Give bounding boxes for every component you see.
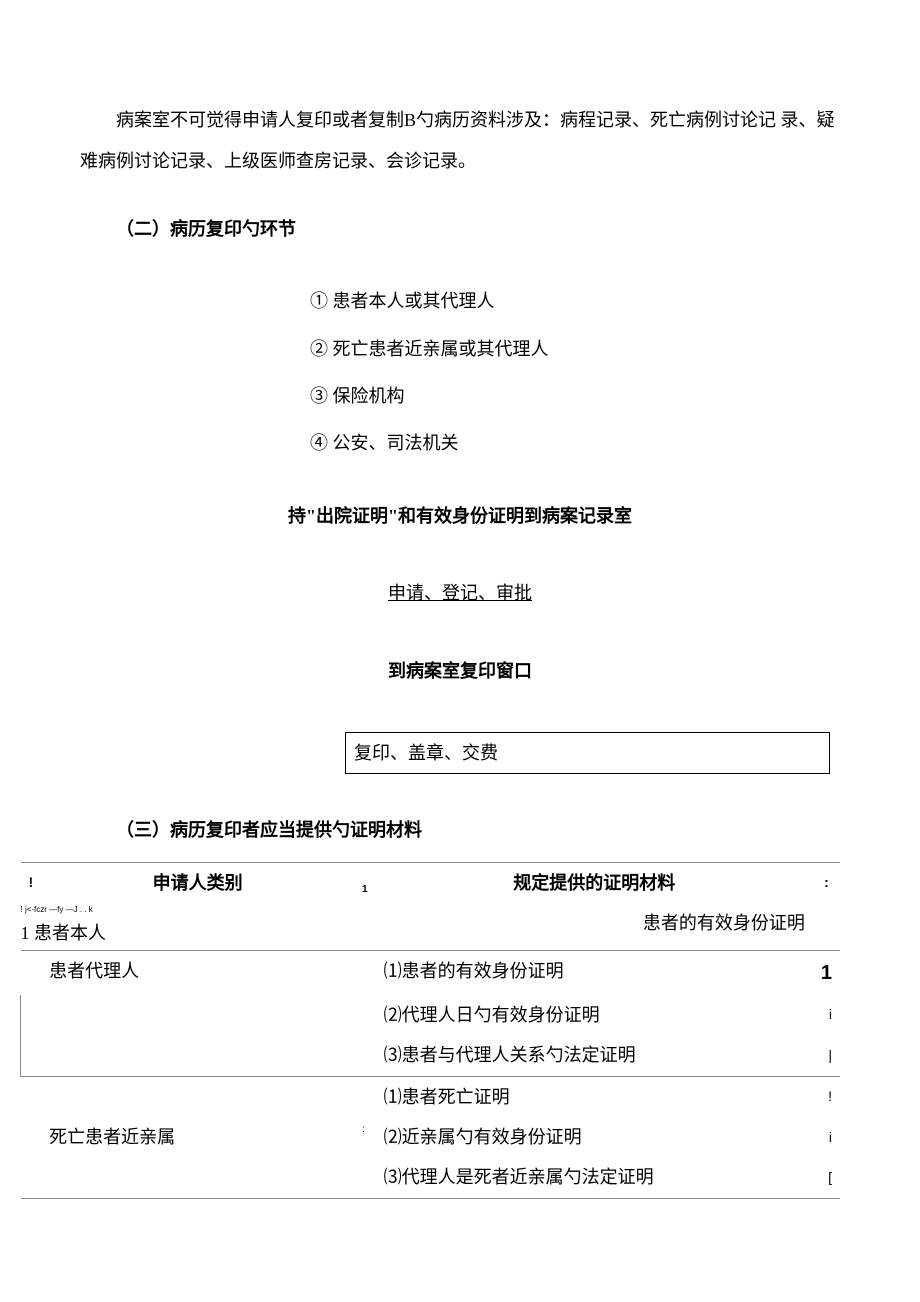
table-cell-agent-material-2: ⑵代理人日勺有效身份证明	[376, 995, 813, 1035]
applicant-list: ① 患者本人或其代理人 ② 死亡患者近亲属或其代理人 ③ 保险机构 ④ 公安、司…	[310, 285, 840, 460]
table-row-deceased-relative: 死亡患者近亲属	[41, 1117, 354, 1157]
table-cell-deceased-material-1: ⑴患者死亡证明	[376, 1076, 813, 1117]
table-tiny-marker: ! j<-fczr —fy —J . . k	[21, 903, 376, 917]
flow-step-3: 到病案室复印窗口	[230, 655, 690, 687]
list-item: ① 患者本人或其代理人	[310, 285, 840, 317]
section-2-header: （二）病历复印勺环节	[80, 213, 840, 245]
table-cell-deceased-material-2: ⑵近亲属勺有效身份证明	[376, 1117, 813, 1157]
table-cell-agent-material-3: ⑶患者与代理人关系勺法定证明	[376, 1035, 813, 1076]
table-edge	[21, 995, 42, 1035]
table-edge: !	[21, 862, 42, 903]
table-edge	[354, 995, 376, 1035]
table-edge	[354, 950, 376, 995]
table-header-col2: 规定提供的证明材料	[376, 862, 813, 903]
list-item: ④ 公安、司法机关	[310, 427, 840, 459]
table-edge	[21, 1076, 42, 1117]
intro-paragraph: 病案室不可觉得申请人复印或者复制B勺病历资料涉及：病程记录、死亡病例讨论记 录、…	[80, 100, 840, 183]
table-cell-patient-material: 患者的有效身份证明	[376, 903, 813, 950]
table-edge: :	[813, 862, 840, 903]
list-item: ③ 保险机构	[310, 380, 840, 412]
table-edge: :	[354, 1117, 376, 1157]
table-edge	[813, 903, 840, 950]
materials-table: ! 申请人类别 1 规定提供的证明材料 : ! j<-fczr —fy —J .…	[20, 862, 840, 1199]
flow-step-1: 持"出院证明"和有效身份证明到病案记录室	[230, 500, 690, 532]
table-edge: i	[813, 1117, 840, 1157]
table-row-patient-self: 1 患者本人	[21, 917, 376, 949]
table-edge: |	[813, 1035, 840, 1076]
flow-step-4-box: 复印、盖章、交费	[345, 732, 830, 774]
section-3-header: （三）病历复印者应当提供勺证明材料	[80, 814, 840, 846]
table-cell	[41, 1076, 354, 1117]
table-edge: i	[813, 995, 840, 1035]
table-header-col1: 申请人类别	[41, 862, 354, 903]
flow-step-2: 申请、登记、审批	[230, 577, 690, 609]
table-edge: [	[813, 1157, 840, 1198]
table-edge	[21, 950, 42, 995]
table-cell-agent-material-1: ⑴患者的有效身份证明	[376, 950, 813, 995]
table-edge: 1	[813, 950, 840, 995]
table-edge	[354, 1076, 376, 1117]
table-edge	[21, 1117, 42, 1157]
table-edge	[354, 1035, 376, 1076]
table-edge: !	[813, 1076, 840, 1117]
table-cell	[41, 995, 354, 1035]
table-edge: 1	[354, 862, 376, 903]
list-item: ② 死亡患者近亲属或其代理人	[310, 333, 840, 365]
table-cell-deceased-material-3: ⑶代理人是死者近亲属勺法定证明	[376, 1157, 813, 1198]
table-row-agent: 患者代理人	[41, 950, 354, 995]
table-edge	[21, 1157, 42, 1198]
table-edge	[21, 1035, 42, 1076]
table-cell	[41, 1035, 354, 1076]
table-edge	[354, 1157, 376, 1198]
table-cell	[41, 1157, 354, 1198]
